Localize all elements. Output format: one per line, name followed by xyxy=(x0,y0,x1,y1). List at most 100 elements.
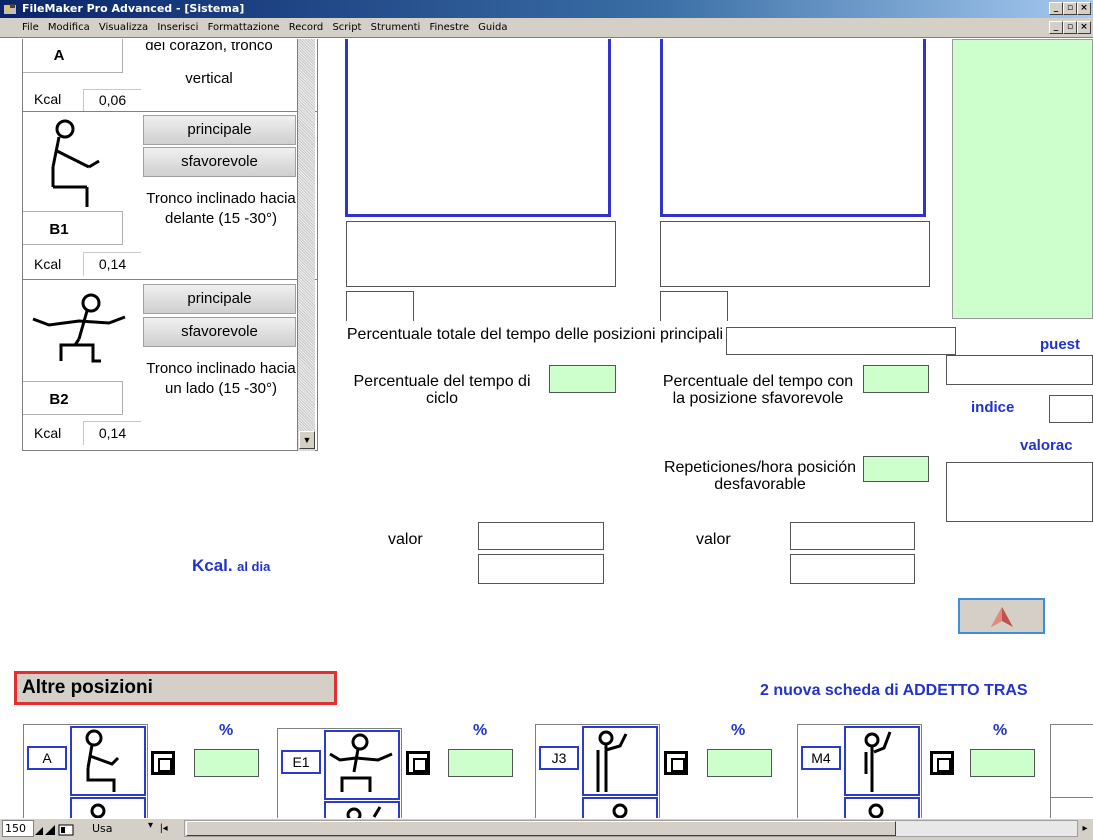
minimize-button[interactable]: _ xyxy=(1049,2,1063,15)
percent-label: % xyxy=(993,722,1008,739)
green-panel xyxy=(952,39,1093,319)
kcal-big-text: Kcal. xyxy=(192,556,233,575)
perc-ciclo-label: Percentuale del tempo di ciclo xyxy=(353,373,531,407)
checkbox-icon[interactable] xyxy=(151,751,175,775)
maximize-button[interactable]: ▫ xyxy=(1063,2,1077,15)
altre-posizioni-header[interactable]: Altre posizioni xyxy=(14,671,337,705)
position-label-b1: B1 xyxy=(49,221,69,238)
card-percent-field[interactable] xyxy=(707,749,772,777)
valor-field-1a[interactable] xyxy=(478,522,604,550)
close-button[interactable]: × xyxy=(1077,2,1091,15)
figure-leaning-icon xyxy=(329,733,393,792)
position-a-desc-partial: del corazon, tronco xyxy=(145,42,273,54)
card-percent-field[interactable] xyxy=(194,749,259,777)
menu-visualizza[interactable]: Visualizza xyxy=(99,22,148,33)
sfavorevole-button[interactable]: sfavorevole xyxy=(143,317,296,347)
repeticiones-field[interactable] xyxy=(863,456,929,482)
horizontal-scroll-thumb[interactable] xyxy=(186,821,896,836)
menu-finestre[interactable]: Finestre xyxy=(430,22,469,33)
window-controls: _ ▫ × xyxy=(1049,2,1091,15)
zoom-mode-icons[interactable] xyxy=(35,822,87,836)
position-label-box xyxy=(23,39,123,73)
kcal-value: 0,06 xyxy=(83,89,141,111)
card-label-e1: E1 xyxy=(281,750,321,774)
perc-totale-field[interactable] xyxy=(726,327,956,355)
valor-field-1b[interactable] xyxy=(478,554,604,584)
card-figure-box-2[interactable] xyxy=(844,797,920,820)
doc-restore-button[interactable]: ▫ xyxy=(1063,21,1077,34)
valor-field-2b[interactable] xyxy=(790,554,915,584)
other-position-card-partial xyxy=(1050,724,1093,820)
card-figure-box-2[interactable] xyxy=(582,797,658,820)
card-percent-field[interactable] xyxy=(970,749,1035,777)
indice-label: indice xyxy=(971,399,1015,416)
menu-modifica[interactable]: Modifica xyxy=(48,22,90,33)
mode-label: Usa xyxy=(92,822,113,835)
menu-formattazione[interactable]: Formattazione xyxy=(208,22,280,33)
perc-ciclo-field[interactable] xyxy=(549,365,616,393)
puest-field[interactable] xyxy=(946,355,1093,385)
kcal-label: Kcal xyxy=(34,256,62,272)
card-figure-box-2[interactable] xyxy=(70,797,146,820)
filemaker-app-icon xyxy=(4,4,16,14)
menu-strumenti[interactable]: Strumenti xyxy=(371,22,421,33)
valorac-field[interactable] xyxy=(946,462,1093,522)
menu-script[interactable]: Script xyxy=(332,22,361,33)
document-window-controls: _ ▫ × xyxy=(1049,21,1091,34)
figure-reaching-up-icon xyxy=(596,730,628,792)
image-container-1[interactable] xyxy=(345,39,611,217)
doc-minimize-button[interactable]: _ xyxy=(1049,21,1063,34)
card-label-a: A xyxy=(27,746,67,770)
scroll-down-button[interactable]: ▼ xyxy=(299,431,315,449)
window-title-bar: FileMaker Pro Advanced - [Sistema] xyxy=(0,0,1093,18)
positions-list-panel: A del corazon, tronco vertical Kcal 0,06… xyxy=(22,39,318,451)
figure-standing-reach-icon xyxy=(864,731,892,792)
card-figure-box[interactable] xyxy=(324,730,400,800)
checkbox-icon[interactable] xyxy=(406,751,430,775)
repeticiones-label: Repeticiones/hora posición desfavorable xyxy=(663,459,857,493)
figure-sitting-forward-icon xyxy=(51,119,100,207)
menu-record[interactable]: Record xyxy=(289,22,324,33)
scroll-right-button[interactable]: ▸ xyxy=(1078,820,1092,837)
valor-label-2: valor xyxy=(696,531,731,548)
small-field-2[interactable] xyxy=(660,291,728,321)
valor-field-2a[interactable] xyxy=(790,522,915,550)
indice-field[interactable] xyxy=(1049,395,1093,423)
doc-close-button[interactable]: × xyxy=(1077,21,1091,34)
puest-label: puest xyxy=(1040,336,1081,353)
card-divider xyxy=(1050,797,1093,798)
sfavorevole-button[interactable]: sfavorevole xyxy=(143,147,296,177)
image-container-2[interactable] xyxy=(660,39,926,217)
small-field-1[interactable] xyxy=(346,291,414,321)
valor-label-1: valor xyxy=(388,531,423,548)
notes-field-2[interactable] xyxy=(660,221,930,287)
percent-label: % xyxy=(731,722,746,739)
menu-inserisci[interactable]: Inserisci xyxy=(157,22,198,33)
position-b1-desc: Tronco inclinado hacia delante (15 -30°) xyxy=(146,190,296,227)
principale-button[interactable]: principale xyxy=(143,284,296,314)
menu-guida[interactable]: Guida xyxy=(478,22,507,33)
zoom-level[interactable]: 150 xyxy=(2,820,34,837)
card-figure-box[interactable] xyxy=(70,726,146,796)
principale-button[interactable]: principale xyxy=(143,115,296,145)
card-label-m4: M4 xyxy=(801,746,841,770)
card-figure-box[interactable] xyxy=(582,726,658,796)
go-up-button[interactable] xyxy=(958,598,1045,634)
mode-selector[interactable]: Usa xyxy=(92,820,154,837)
kcal-al-dia-label: Kcal. al dia xyxy=(192,556,270,576)
checkbox-icon[interactable] xyxy=(664,751,688,775)
perc-sfavorevole-field[interactable] xyxy=(863,365,929,393)
menu-file[interactable]: File xyxy=(22,22,39,33)
notes-field-1[interactable] xyxy=(346,221,616,287)
card-percent-field[interactable] xyxy=(448,749,513,777)
mode-dropdown-icon[interactable]: ▾ xyxy=(148,820,153,831)
checkbox-icon[interactable] xyxy=(930,751,954,775)
perc-sfavorevole-label: Percentuale del tempo con la posizione s… xyxy=(662,373,854,407)
valorac-label: valorac xyxy=(1020,437,1073,454)
kcal-value: 0,14 xyxy=(83,421,141,445)
card-figure-box[interactable] xyxy=(844,726,920,796)
kcal-label: Kcal xyxy=(34,425,62,441)
scroll-left-button[interactable]: |◂ xyxy=(160,820,180,837)
figure-partial-icon xyxy=(90,803,106,819)
list-vertical-scrollbar[interactable] xyxy=(297,39,315,451)
